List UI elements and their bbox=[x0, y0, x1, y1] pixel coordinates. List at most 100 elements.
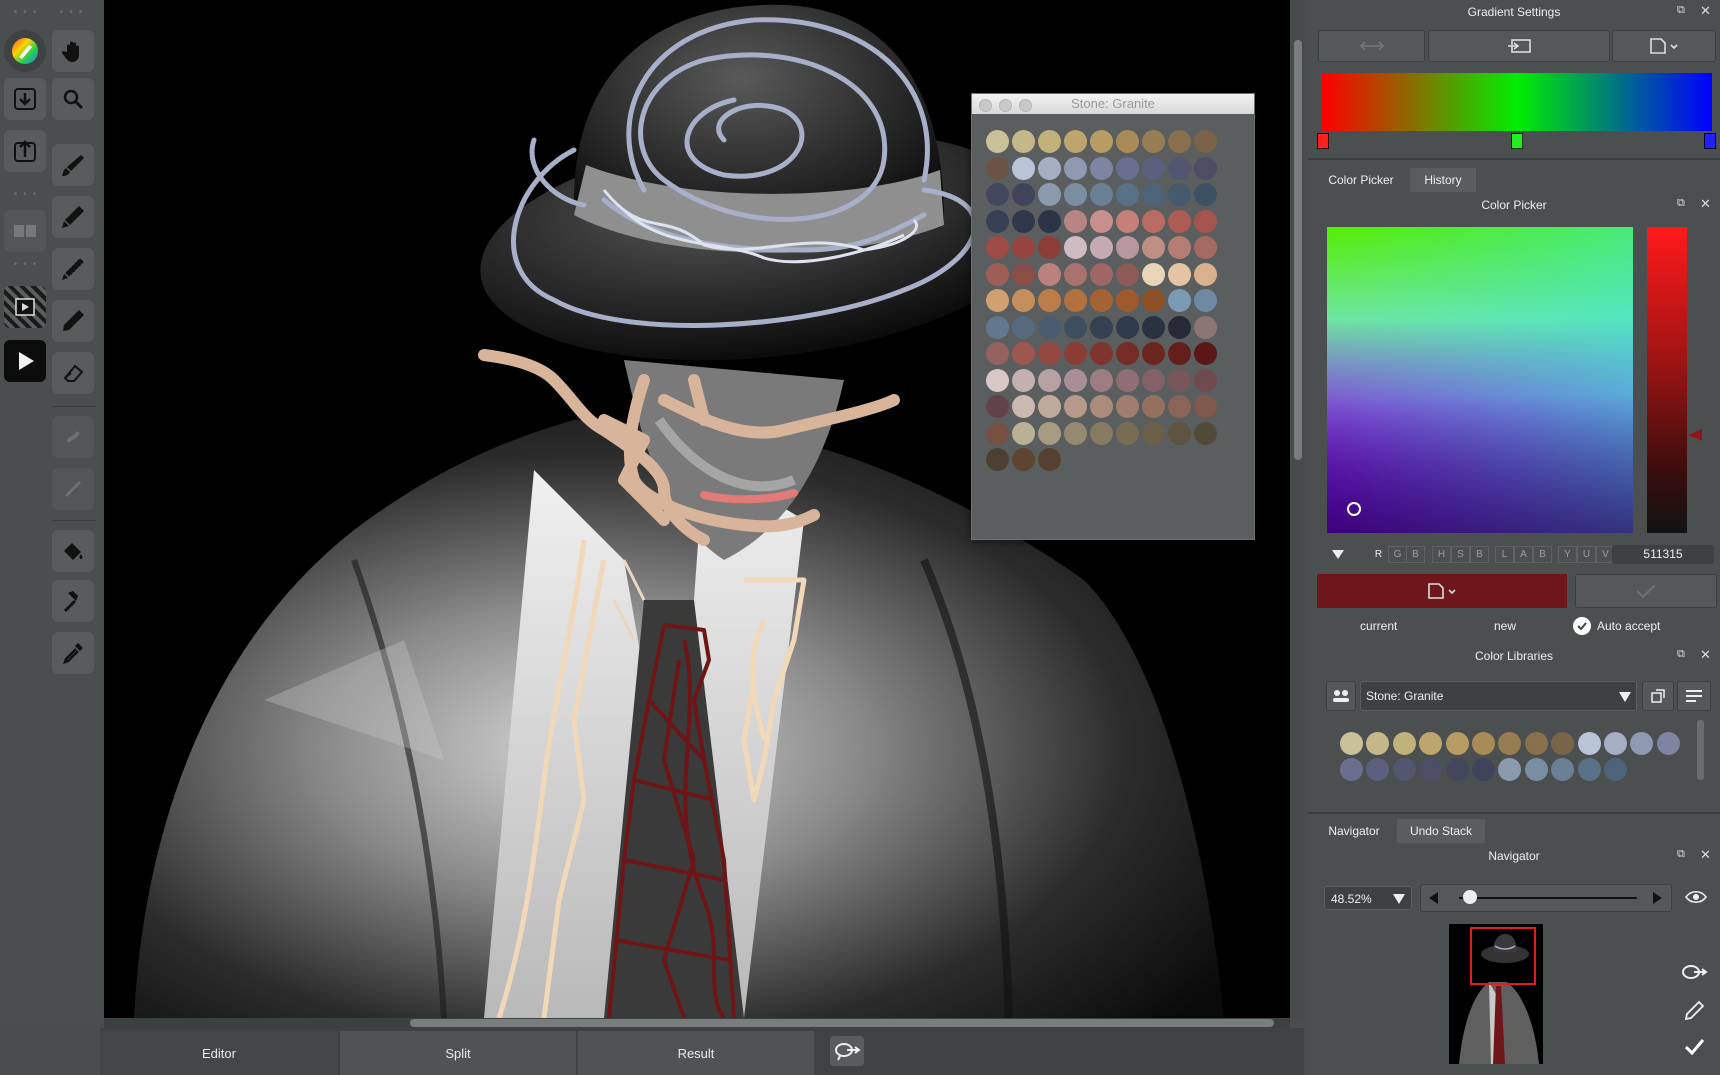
color-swatch[interactable] bbox=[1194, 289, 1217, 312]
color-swatch[interactable] bbox=[1194, 342, 1217, 365]
color-swatch[interactable] bbox=[1194, 209, 1217, 233]
color-mode-button[interactable]: G bbox=[1388, 546, 1407, 563]
panel-close-icon[interactable]: ✕ bbox=[1700, 847, 1711, 863]
zoom-in-arrow-icon[interactable] bbox=[1653, 892, 1662, 904]
zoom-select[interactable]: 48.52% bbox=[1324, 886, 1412, 910]
sync-view-button[interactable] bbox=[830, 1036, 864, 1066]
color-swatch[interactable] bbox=[1038, 130, 1061, 153]
vertical-scroll-thumb[interactable] bbox=[1294, 40, 1302, 460]
library-swatch[interactable] bbox=[1445, 732, 1469, 755]
panel-float-icon[interactable]: ⧉ bbox=[1677, 848, 1685, 861]
color-swatch[interactable] bbox=[1142, 130, 1165, 153]
library-swatch[interactable] bbox=[1577, 732, 1601, 755]
library-swatch[interactable] bbox=[1498, 758, 1522, 781]
color-swatch[interactable] bbox=[1168, 262, 1191, 286]
library-detach-button[interactable] bbox=[1642, 681, 1674, 711]
color-swatch[interactable] bbox=[986, 236, 1009, 259]
play-icon[interactable] bbox=[4, 340, 46, 382]
color-swatch[interactable] bbox=[1064, 130, 1087, 153]
panel-close-icon[interactable]: ✕ bbox=[1700, 3, 1711, 19]
color-swatch[interactable] bbox=[1064, 156, 1087, 180]
zoom-slider-handle[interactable] bbox=[1463, 890, 1477, 904]
auto-accept-checkbox[interactable] bbox=[1573, 617, 1591, 635]
color-swatch[interactable] bbox=[1090, 395, 1113, 418]
panel-float-icon[interactable]: ⧉ bbox=[1677, 648, 1685, 661]
color-swatch[interactable] bbox=[1038, 236, 1061, 259]
color-swatch[interactable] bbox=[1116, 156, 1139, 180]
color-swatch[interactable] bbox=[1090, 156, 1113, 180]
library-swatch[interactable] bbox=[1392, 758, 1416, 781]
color-swatch[interactable] bbox=[1194, 421, 1217, 445]
color-swatch[interactable] bbox=[1116, 342, 1139, 365]
swatch-library-window[interactable]: Stone: Granite bbox=[971, 93, 1255, 540]
toolbar-grip[interactable]: ••• bbox=[54, 8, 94, 18]
color-swatch[interactable] bbox=[1142, 183, 1165, 206]
zoom-slider-track[interactable] bbox=[1459, 897, 1637, 899]
color-swatch[interactable] bbox=[1012, 156, 1035, 180]
accept-color-button[interactable] bbox=[1575, 574, 1717, 608]
color-swatch[interactable] bbox=[1116, 236, 1139, 259]
color-swatch[interactable] bbox=[1038, 395, 1061, 418]
preview-toggle-button[interactable] bbox=[1682, 886, 1710, 908]
color-swatch[interactable] bbox=[986, 130, 1009, 153]
color-swatch[interactable] bbox=[1064, 395, 1087, 418]
color-swatch[interactable] bbox=[1090, 183, 1113, 206]
color-swatch[interactable] bbox=[1194, 156, 1217, 180]
color-swatch[interactable] bbox=[1012, 368, 1035, 392]
color-swatch[interactable] bbox=[986, 183, 1009, 206]
zoom-tool-icon[interactable] bbox=[52, 78, 94, 120]
color-swatch[interactable] bbox=[986, 395, 1009, 418]
library-swatch[interactable] bbox=[1340, 732, 1363, 755]
tab-undo-stack[interactable]: Undo Stack bbox=[1397, 819, 1485, 843]
gradient-stop-blue[interactable] bbox=[1704, 133, 1716, 149]
color-swatch[interactable] bbox=[1064, 315, 1087, 339]
color-swatch[interactable] bbox=[1038, 342, 1061, 365]
color-swatch[interactable] bbox=[1116, 289, 1139, 312]
library-swatch[interactable] bbox=[1366, 732, 1390, 755]
color-mode-dropdown-icon[interactable] bbox=[1332, 550, 1344, 559]
color-swatch[interactable] bbox=[1142, 289, 1165, 312]
pencil-tool-icon[interactable] bbox=[52, 300, 94, 342]
app-logo-icon[interactable] bbox=[4, 30, 46, 72]
color-swatch[interactable] bbox=[1064, 421, 1087, 445]
color-swatch[interactable] bbox=[986, 448, 1009, 471]
color-swatch[interactable] bbox=[1142, 315, 1165, 339]
record-icon[interactable] bbox=[4, 286, 46, 328]
panel-close-icon[interactable]: ✕ bbox=[1700, 647, 1711, 663]
marker-tool-icon[interactable] bbox=[52, 196, 94, 238]
library-swatch[interactable] bbox=[1524, 732, 1548, 755]
color-mode-button[interactable]: B bbox=[1470, 546, 1489, 563]
zoom-out-arrow-icon[interactable] bbox=[1429, 892, 1438, 904]
color-swatch[interactable] bbox=[986, 156, 1009, 180]
color-swatch[interactable] bbox=[986, 421, 1009, 445]
color-swatch[interactable] bbox=[1090, 262, 1113, 286]
tab-navigator[interactable]: Navigator bbox=[1316, 819, 1392, 843]
color-swatch[interactable] bbox=[1194, 236, 1217, 259]
color-swatch[interactable] bbox=[1116, 395, 1139, 418]
panel-float-icon[interactable]: ⧉ bbox=[1677, 197, 1685, 210]
color-swatch[interactable] bbox=[1090, 130, 1113, 153]
eraser-tool-icon[interactable] bbox=[52, 352, 94, 394]
gradient-load-button[interactable] bbox=[1428, 30, 1610, 62]
brightness-slider[interactable] bbox=[1647, 227, 1687, 533]
library-swatch[interactable] bbox=[1551, 732, 1575, 755]
color-swatch[interactable] bbox=[1142, 262, 1165, 286]
color-swatch[interactable] bbox=[1038, 156, 1061, 180]
color-swatch[interactable] bbox=[1168, 289, 1191, 312]
color-swatch[interactable] bbox=[1012, 130, 1035, 153]
color-swatch[interactable] bbox=[1168, 395, 1191, 418]
panel-close-icon[interactable]: ✕ bbox=[1700, 196, 1711, 212]
color-swatch[interactable] bbox=[1116, 315, 1139, 339]
library-swatch[interactable] bbox=[1604, 758, 1627, 781]
color-swatch[interactable] bbox=[986, 368, 1009, 392]
color-swatch[interactable] bbox=[1168, 368, 1191, 392]
color-mode-button[interactable]: B bbox=[1406, 546, 1425, 563]
color-swatch[interactable] bbox=[1194, 395, 1217, 418]
color-mode-button[interactable]: U bbox=[1577, 546, 1596, 563]
color-swatch[interactable] bbox=[1064, 236, 1087, 259]
color-swatch[interactable] bbox=[1194, 130, 1217, 153]
hex-input[interactable]: 511315 bbox=[1612, 545, 1714, 564]
tab-editor[interactable]: Editor bbox=[100, 1031, 338, 1075]
color-swatch[interactable] bbox=[1168, 236, 1191, 259]
library-swatch[interactable] bbox=[1340, 758, 1363, 781]
